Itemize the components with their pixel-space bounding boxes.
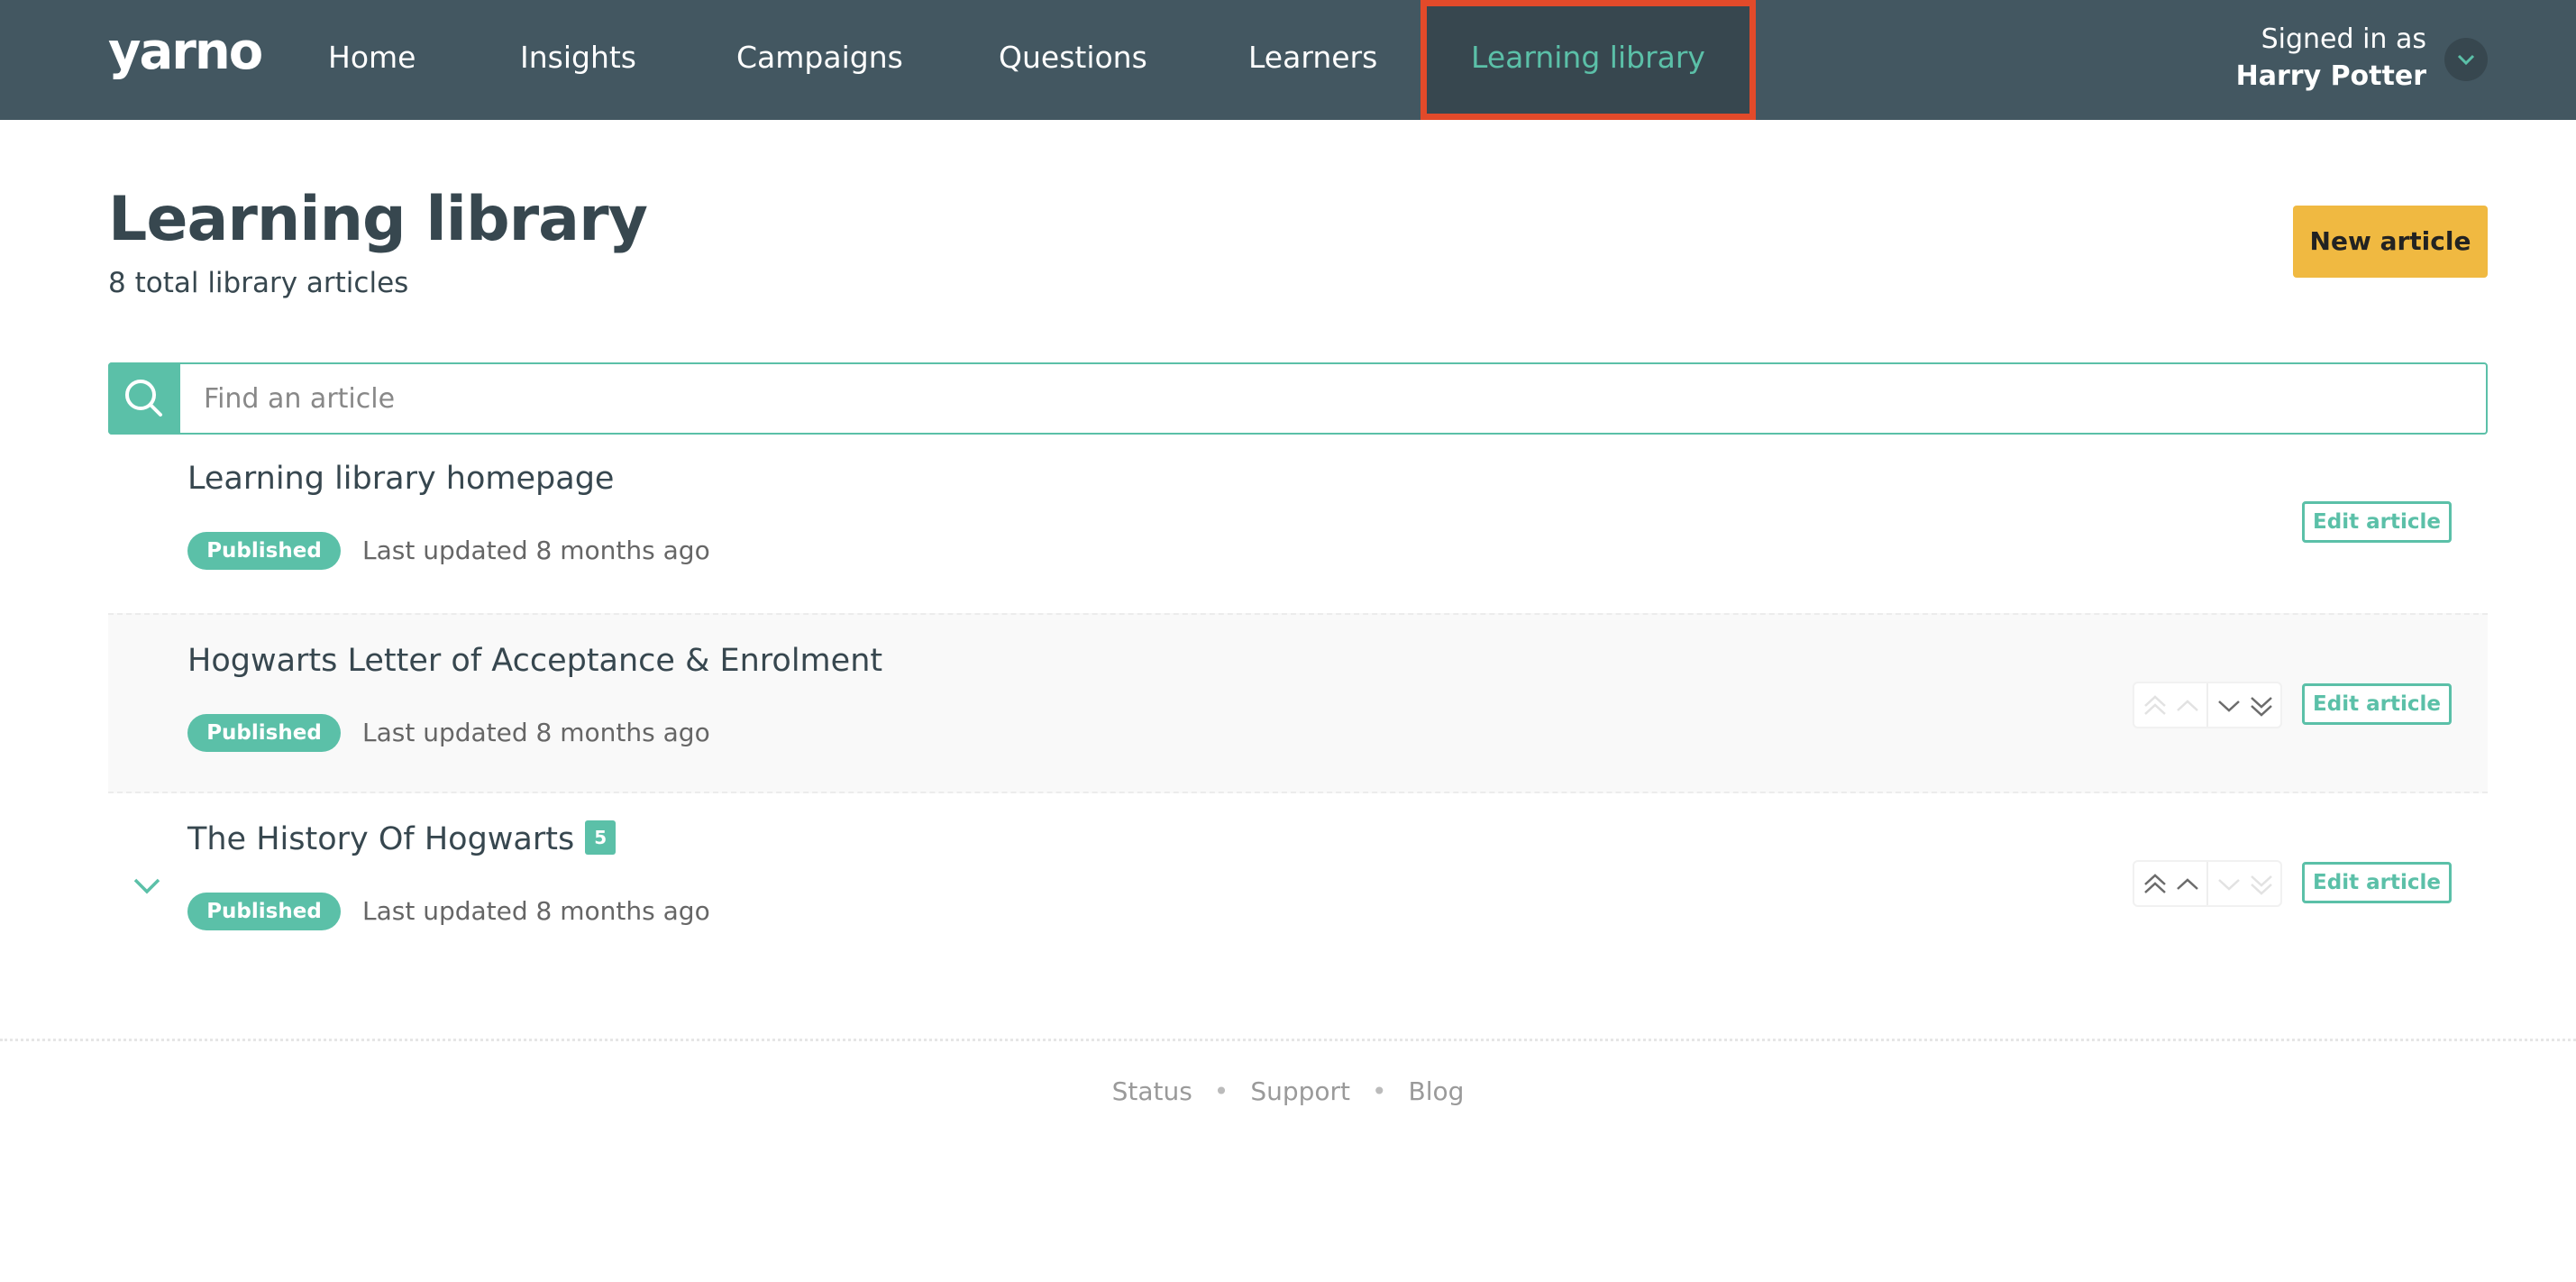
move-to-top-icon[interactable] bbox=[2142, 694, 2169, 718]
move-up-icon[interactable] bbox=[2174, 694, 2201, 718]
status-badge: Published bbox=[187, 893, 341, 930]
nav-item-learners[interactable]: Learners bbox=[1248, 0, 1377, 120]
search-icon bbox=[125, 380, 162, 417]
yarno-logo[interactable]: yarno bbox=[108, 23, 263, 81]
footer-link-blog[interactable]: Blog bbox=[1409, 1076, 1465, 1106]
article-title[interactable]: The History Of Hogwarts 5 bbox=[187, 819, 617, 860]
user-name: Harry Potter bbox=[2235, 60, 2426, 92]
last-updated: Last updated 8 months ago bbox=[362, 718, 710, 747]
last-updated: Last updated 8 months ago bbox=[362, 896, 710, 926]
user-menu[interactable]: Signed in as Harry Potter bbox=[2236, 22, 2426, 96]
move-up-group bbox=[2134, 683, 2208, 727]
expand-chevron-icon[interactable] bbox=[132, 875, 162, 898]
move-down-group bbox=[2208, 862, 2282, 905]
last-updated: Last updated 8 months ago bbox=[362, 536, 710, 565]
search-button[interactable] bbox=[108, 362, 180, 435]
sub-article-count-badge: 5 bbox=[585, 820, 617, 855]
reorder-controls bbox=[2133, 860, 2282, 907]
article-title[interactable]: Learning library homepage bbox=[187, 458, 614, 499]
move-down-icon[interactable] bbox=[2215, 694, 2243, 718]
article-row: Learning library homepage Published Last… bbox=[108, 433, 2488, 613]
nav-item-campaigns[interactable]: Campaigns bbox=[736, 0, 903, 120]
footer-links: Status • Support • Blog bbox=[0, 1076, 2576, 1106]
move-up-icon[interactable] bbox=[2174, 873, 2201, 896]
move-to-top-icon[interactable] bbox=[2142, 873, 2169, 896]
move-up-group bbox=[2134, 862, 2208, 905]
edit-article-button[interactable]: Edit article bbox=[2302, 862, 2452, 903]
article-row: Hogwarts Letter of Acceptance & Enrolmen… bbox=[108, 613, 2488, 793]
status-badge: Published bbox=[187, 714, 341, 752]
signed-in-label: Signed in as bbox=[2261, 23, 2426, 55]
chevron-down-icon bbox=[2457, 54, 2475, 66]
article-title[interactable]: Hogwarts Letter of Acceptance & Enrolmen… bbox=[187, 640, 882, 682]
article-row: The History Of Hogwarts 5 Published Last … bbox=[108, 793, 2488, 974]
page-title: Learning library bbox=[108, 184, 648, 255]
footer-link-status[interactable]: Status bbox=[1112, 1076, 1192, 1106]
move-down-group bbox=[2208, 683, 2282, 727]
edit-article-button[interactable]: Edit article bbox=[2302, 683, 2452, 725]
footer-separator: • bbox=[1213, 1076, 1229, 1106]
reorder-controls bbox=[2133, 682, 2282, 728]
edit-article-button[interactable]: Edit article bbox=[2302, 501, 2452, 543]
move-to-bottom-icon[interactable] bbox=[2248, 694, 2275, 718]
new-article-button[interactable]: New article bbox=[2293, 206, 2488, 278]
search-input[interactable] bbox=[180, 364, 2486, 433]
status-badge: Published bbox=[187, 532, 341, 570]
nav-item-learning-library[interactable]: Learning library bbox=[1420, 0, 1756, 120]
nav-item-home[interactable]: Home bbox=[328, 0, 416, 120]
footer-divider bbox=[0, 1039, 2576, 1041]
move-to-bottom-icon[interactable] bbox=[2248, 873, 2275, 896]
search-bar bbox=[108, 362, 2488, 435]
footer-separator: • bbox=[1372, 1076, 1387, 1106]
nav-item-questions[interactable]: Questions bbox=[999, 0, 1147, 120]
article-count: 8 total library articles bbox=[108, 267, 409, 299]
nav-item-insights[interactable]: Insights bbox=[520, 0, 636, 120]
footer-link-support[interactable]: Support bbox=[1250, 1076, 1350, 1106]
top-navigation-bar: yarno Home Insights Campaigns Questions … bbox=[0, 0, 2576, 120]
user-menu-toggle[interactable] bbox=[2444, 38, 2488, 81]
move-down-icon[interactable] bbox=[2215, 873, 2243, 896]
